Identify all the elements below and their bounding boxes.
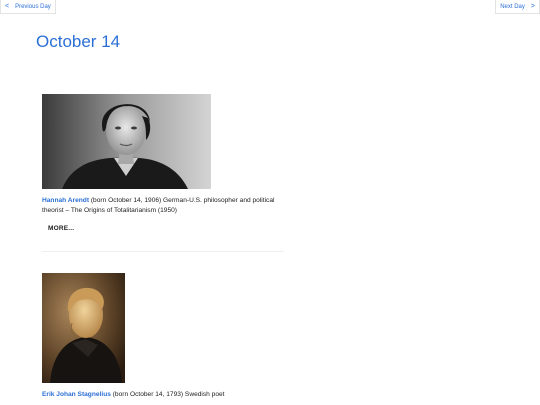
list-item: Hannah Arendt (born October 14, 1906) Ge… [42, 94, 286, 235]
person-name-link[interactable]: Hannah Arendt [42, 197, 89, 204]
portrait-image[interactable] [42, 94, 211, 189]
more-button[interactable]: MORE... [48, 225, 74, 232]
person-name-link[interactable]: Erik Johan Stagnelius [42, 391, 111, 398]
chevron-left-icon: < [5, 3, 10, 10]
page-title: October 14 [36, 32, 121, 51]
portrait-image[interactable] [42, 273, 125, 383]
list-item: Erik Johan Stagnelius (born October 14, … [42, 273, 286, 400]
divider [42, 251, 284, 252]
entry-caption: Erik Johan Stagnelius (born October 14, … [42, 390, 286, 400]
previous-day-label: Previous Day [15, 4, 51, 10]
next-day-label: Next Day [500, 4, 525, 10]
next-day-button[interactable]: Next Day > [495, 0, 540, 14]
entry-caption: Hannah Arendt (born October 14, 1906) Ge… [42, 196, 286, 216]
chevron-right-icon: > [530, 3, 535, 10]
person-description: (born October 14, 1793) Swedish poet [110, 391, 225, 398]
previous-day-button[interactable]: < Previous Day [0, 0, 56, 14]
